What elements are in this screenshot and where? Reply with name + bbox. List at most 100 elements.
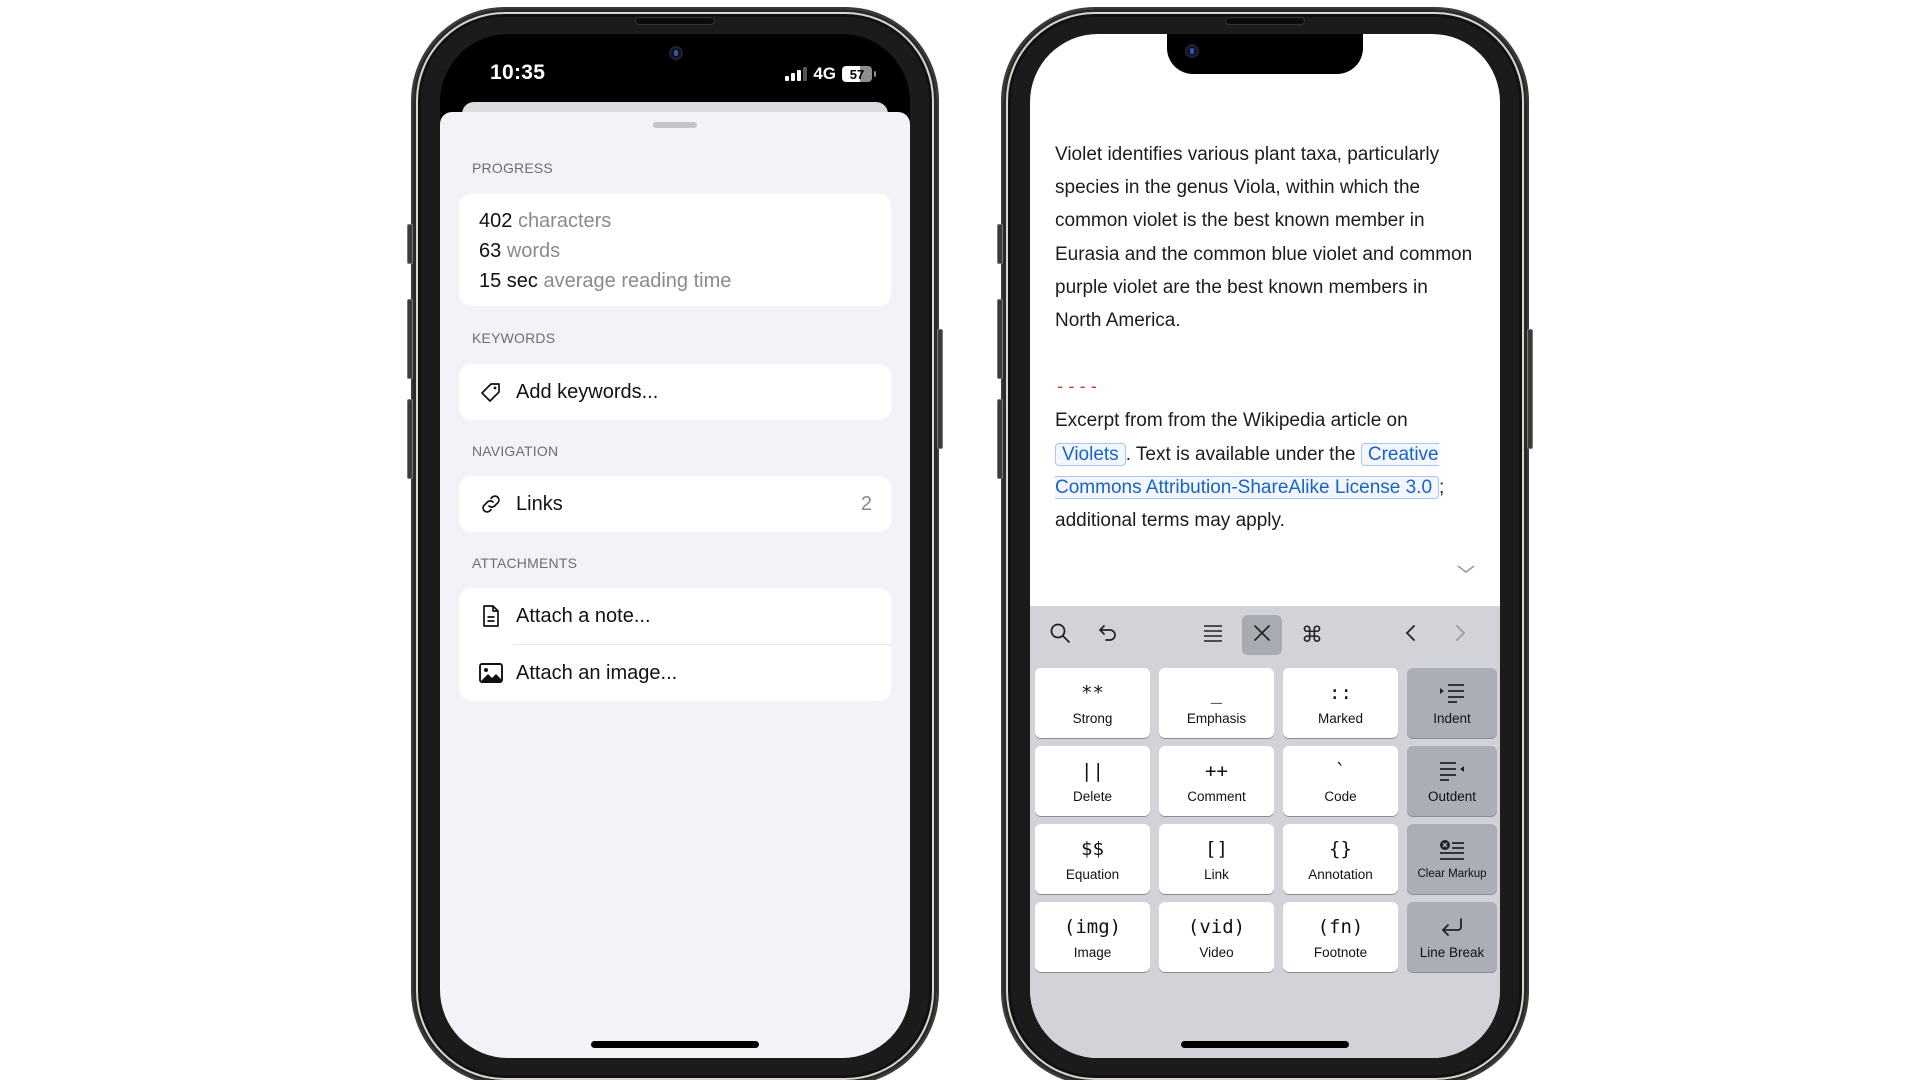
key-footnote[interactable]: (fn) Footnote [1283, 902, 1398, 972]
chevron-down-icon[interactable] [1456, 562, 1476, 574]
key-marked[interactable]: :: Marked [1283, 668, 1398, 738]
stat-value: 63 [479, 240, 502, 262]
key-glyph: $$ [1081, 837, 1104, 860]
markup-keyboard: ⌘ ** Strong _ Emphasis:: Marked Indent || Delet… [1030, 606, 1500, 1058]
front-camera-icon [669, 46, 683, 60]
key-equation[interactable]: $$ Equation [1035, 824, 1150, 894]
key-glyph: (img) [1063, 915, 1122, 938]
clear-markup-icon [1438, 838, 1466, 862]
tag-icon [478, 379, 504, 405]
attach-image-row[interactable]: Attach an image... [459, 645, 891, 701]
return-icon [1439, 915, 1465, 939]
document-info-sheet: PROGRESS 402 characters 63 words 15 sec … [440, 112, 910, 1058]
key-emphasis[interactable]: _ Emphasis [1159, 668, 1274, 738]
add-keywords-row[interactable]: Add keywords... [459, 364, 891, 420]
battery-level: 57 [849, 66, 865, 82]
stat-value: 402 [479, 210, 513, 232]
key-glyph: _ [1210, 681, 1223, 704]
key-glyph: :: [1329, 681, 1352, 704]
key-label: Equation [1065, 866, 1120, 882]
command-button[interactable]: ⌘ [1292, 615, 1332, 655]
key-label: Video [1199, 944, 1234, 960]
markup-editor[interactable]: Violet identifies various plant taxa, pa… [1030, 34, 1500, 1058]
key-clear-markup[interactable]: Clear Markup [1407, 824, 1497, 894]
silent-switch [407, 224, 413, 264]
key-annotation[interactable]: {} Annotation [1283, 824, 1398, 894]
section-header-navigation: NAVIGATION [472, 443, 559, 459]
paragraph-menu-button[interactable] [1193, 615, 1233, 655]
attribution-paragraph: Excerpt from from the Wikipedia article … [1055, 404, 1476, 537]
section-header-attachments: ATTACHMENTS [472, 555, 578, 571]
link-icon [478, 491, 504, 517]
links-label: Links [516, 492, 563, 515]
key-comment[interactable]: ++ Comment [1159, 746, 1274, 816]
key-video[interactable]: (vid) Video [1159, 902, 1274, 972]
key-link[interactable]: [] Link [1159, 824, 1274, 894]
search-icon [1049, 622, 1071, 649]
search-button[interactable] [1040, 615, 1080, 655]
right-phone-screen: Violet identifies various plant taxa, pa… [1030, 34, 1500, 1058]
earpiece-speaker [635, 17, 715, 25]
key-image[interactable]: (img) Image [1035, 902, 1150, 972]
undo-icon [1097, 622, 1119, 649]
key-label: Line Break [1419, 944, 1485, 960]
command-icon: ⌘ [1301, 622, 1323, 647]
front-camera-icon [1185, 44, 1199, 58]
home-indicator[interactable] [591, 1041, 759, 1048]
left-phone-frame: 10:35 4G 57 PROGRESS 402 characters 63 w… [407, 9, 943, 1080]
chevron-right-icon [1453, 623, 1467, 648]
violets-link[interactable]: Violets [1055, 442, 1126, 466]
stat-value: 15 sec [479, 270, 538, 292]
navigation-group: Links 2 [459, 476, 891, 532]
earpiece-speaker [1225, 17, 1305, 25]
links-row[interactable]: Links 2 [459, 476, 891, 532]
key-label: Clear Markup [1417, 868, 1487, 880]
key-glyph: ` [1334, 759, 1347, 782]
stat-label: average reading time [543, 270, 732, 292]
attachments-group: Attach a note... Attach an image... [459, 588, 891, 701]
key-label: Footnote [1313, 944, 1368, 960]
progress-group: 402 characters 63 words 15 sec average r… [459, 194, 891, 306]
add-keywords-label: Add keywords... [516, 380, 659, 403]
key-line-break[interactable]: Line Break [1407, 902, 1497, 972]
key-indent[interactable]: Indent [1407, 668, 1497, 738]
network-type: 4G [813, 64, 836, 83]
section-header-keywords: KEYWORDS [472, 330, 556, 346]
key-label: Indent [1433, 710, 1471, 726]
key-strong[interactable]: ** Strong [1035, 668, 1150, 738]
key-label: Comment [1187, 788, 1246, 804]
stat-label: words [506, 240, 561, 262]
outdent-icon [1438, 759, 1466, 783]
key-code[interactable]: ` Code [1283, 746, 1398, 816]
key-label: Marked [1317, 710, 1363, 726]
attach-note-label: Attach a note... [516, 604, 651, 627]
stat-words: 63 words [479, 236, 871, 266]
right-phone-frame: Violet identifies various plant taxa, pa… [997, 9, 1533, 1080]
key-label: Annotation [1308, 866, 1373, 882]
attribution-text: Excerpt from from the Wikipedia article … [1055, 410, 1408, 432]
attach-image-label: Attach an image... [516, 661, 678, 684]
next-button[interactable] [1440, 615, 1480, 655]
section-header-progress: PROGRESS [472, 160, 553, 176]
markup-key-grid: ** Strong _ Emphasis:: Marked Indent || Delete +… [1034, 668, 1497, 972]
undo-button[interactable] [1088, 615, 1128, 655]
close-icon [1252, 623, 1272, 648]
key-label: Outdent [1427, 788, 1477, 804]
key-glyph: || [1081, 759, 1104, 782]
silent-switch [997, 224, 1003, 264]
sheet-grabber[interactable] [653, 122, 697, 128]
volume-down-button [997, 399, 1003, 479]
key-glyph: (vid) [1187, 915, 1246, 938]
article-text[interactable]: Violet identifies various plant taxa, pa… [1055, 138, 1476, 537]
status-bar: 10:35 4G 57 [440, 34, 910, 94]
volume-down-button [407, 399, 413, 479]
key-outdent[interactable]: Outdent [1407, 746, 1497, 816]
previous-button[interactable] [1391, 615, 1431, 655]
close-markup-button[interactable] [1242, 615, 1282, 655]
volume-up-button [407, 299, 413, 379]
key-delete[interactable]: || Delete [1035, 746, 1150, 816]
home-indicator[interactable] [1181, 1041, 1349, 1048]
stat-characters: 402 characters [479, 206, 871, 236]
document-icon [478, 603, 504, 629]
attach-note-row[interactable]: Attach a note... [459, 588, 891, 644]
